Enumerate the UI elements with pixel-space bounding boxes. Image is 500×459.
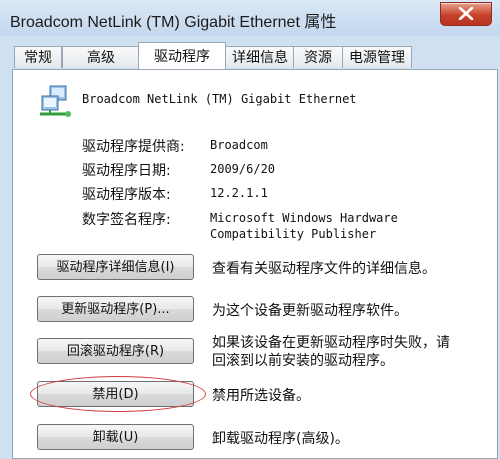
- provider-value: Broadcom: [210, 138, 268, 152]
- tab-strip: 常规 高级 驱动程序 详细信息 资源 电源管理: [14, 42, 494, 70]
- tab-driver[interactable]: 驱动程序: [138, 42, 226, 69]
- disable-device-button[interactable]: 禁用(D): [37, 381, 194, 407]
- date-label: 驱动程序日期:: [82, 163, 171, 179]
- uninstall-driver-button[interactable]: 卸载(U): [37, 424, 194, 450]
- tab-general[interactable]: 常规: [14, 46, 62, 68]
- driver-details-description: 查看有关驱动程序文件的详细信息。: [212, 261, 436, 277]
- version-label: 驱动程序版本:: [82, 187, 171, 203]
- date-value: 2009/6/20: [210, 162, 276, 176]
- driver-details-button[interactable]: 驱动程序详细信息(I): [37, 254, 194, 280]
- signer-value-line1: Microsoft Windows Hardware: [210, 211, 398, 225]
- rollback-driver-description-line1: 如果该设备在更新驱动程序时失败，请: [212, 335, 450, 351]
- close-icon: [458, 7, 474, 20]
- tab-resources[interactable]: 资源: [293, 46, 343, 68]
- tab-power-management[interactable]: 电源管理: [342, 46, 412, 68]
- device-name: Broadcom NetLink (TM) Gigabit Ethernet: [82, 92, 357, 106]
- tab-details[interactable]: 详细信息: [225, 46, 295, 68]
- network-adapter-icon: [40, 85, 71, 117]
- window-title: Broadcom NetLink (TM) Gigabit Ethernet 属…: [10, 14, 337, 31]
- rollback-driver-button[interactable]: 回滚驱动程序(R): [37, 338, 194, 364]
- close-button[interactable]: [440, 2, 492, 26]
- version-value: 12.2.1.1: [210, 186, 268, 200]
- update-driver-description: 为这个设备更新驱动程序软件。: [212, 303, 408, 319]
- tab-advanced[interactable]: 高级: [62, 46, 140, 68]
- disable-device-description: 禁用所选设备。: [212, 388, 310, 404]
- signer-value-line2: Compatibility Publisher: [210, 227, 377, 241]
- rollback-driver-description-line2: 回滚到以前安装的驱动程序。: [212, 353, 394, 369]
- title-bar: Broadcom NetLink (TM) Gigabit Ethernet 属…: [0, 0, 500, 36]
- provider-label: 驱动程序提供商:: [82, 139, 185, 155]
- uninstall-driver-description: 卸载驱动程序(高级)。: [212, 431, 349, 447]
- update-driver-button[interactable]: 更新驱动程序(P)...: [37, 296, 194, 322]
- signer-label: 数字签名程序:: [82, 212, 171, 228]
